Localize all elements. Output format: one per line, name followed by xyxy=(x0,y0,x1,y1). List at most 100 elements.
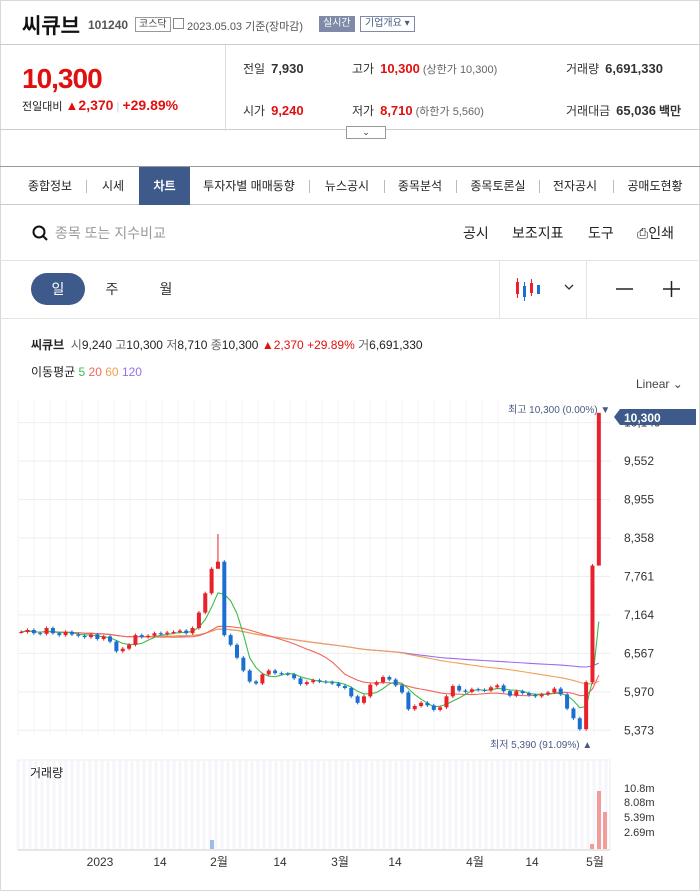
x-tick-label: 2023 xyxy=(87,855,114,869)
candle-body xyxy=(241,657,246,671)
candle-body xyxy=(69,631,74,635)
candle-body xyxy=(38,633,43,635)
x-tick-label: 3월 xyxy=(331,855,349,869)
y-tick-label: 5,373 xyxy=(624,723,654,737)
volume-tick-label: 10.8m xyxy=(624,783,655,795)
candle-body xyxy=(89,634,93,638)
candle-body xyxy=(177,630,182,632)
candle-body xyxy=(215,561,220,569)
candle-body xyxy=(298,678,303,685)
candle-body xyxy=(349,687,354,697)
candle-body xyxy=(120,648,125,652)
candle-body xyxy=(520,691,525,694)
candle-body xyxy=(444,696,449,708)
candle-body xyxy=(311,680,316,683)
candle-body xyxy=(266,670,271,675)
candle-body xyxy=(590,565,595,683)
candle-body xyxy=(285,673,290,675)
candle-body xyxy=(19,631,24,633)
candle-body xyxy=(133,635,138,645)
y-tick-label: 8,955 xyxy=(624,493,654,507)
candle-body xyxy=(438,707,443,710)
y-tick-label: 8,358 xyxy=(624,531,654,545)
candle-body xyxy=(431,705,436,710)
candle-body xyxy=(596,412,601,566)
y-tick-label: 5,970 xyxy=(624,685,654,699)
candle-body xyxy=(114,641,119,652)
ma20-line xyxy=(21,625,600,697)
candle-body xyxy=(514,691,519,696)
candle-body xyxy=(552,688,557,693)
candle-body xyxy=(317,680,322,682)
candle-body xyxy=(279,673,284,675)
candle-body xyxy=(571,708,576,719)
candle-body xyxy=(171,631,176,633)
candle-body xyxy=(577,718,582,730)
candle-body xyxy=(412,706,417,710)
candle-body xyxy=(368,684,373,697)
candle-body xyxy=(222,561,227,636)
candle-body xyxy=(146,635,151,638)
volume-bar xyxy=(603,812,607,849)
candle-body xyxy=(44,628,49,634)
candle-body xyxy=(82,635,87,638)
candle-body xyxy=(292,674,297,679)
candle-body xyxy=(476,689,481,691)
candle-body xyxy=(57,633,62,636)
last-price-label: 10,300 xyxy=(624,411,661,425)
x-tick-label: 4월 xyxy=(466,855,484,869)
candle-body xyxy=(247,670,252,682)
candle-body xyxy=(95,634,100,640)
max-label: 최고 10,300 (0.00%) ▼ xyxy=(508,404,610,416)
candle-body xyxy=(539,694,544,697)
candle-body xyxy=(533,695,538,697)
candle-body xyxy=(31,629,36,634)
candle-body xyxy=(419,702,424,707)
candle-body xyxy=(196,612,201,629)
candle-body xyxy=(374,682,379,685)
candle-body xyxy=(584,682,589,730)
x-tick-label: 14 xyxy=(153,855,167,869)
y-tick-label: 7,761 xyxy=(624,569,654,583)
candle-body xyxy=(254,681,259,684)
x-tick-label: 5월 xyxy=(586,855,604,869)
candle-body xyxy=(165,632,170,634)
candle-body xyxy=(330,682,335,684)
candle-body xyxy=(381,677,385,683)
candle-body xyxy=(361,696,366,703)
candle-body xyxy=(558,688,563,695)
candle-body xyxy=(527,693,531,696)
x-tick-label: 14 xyxy=(273,855,287,869)
candle-body xyxy=(495,685,500,688)
candle-body xyxy=(209,568,214,594)
candle-body xyxy=(158,633,163,635)
candle-body xyxy=(190,628,195,634)
candle-body xyxy=(273,670,278,674)
volume-tick-label: 5.39m xyxy=(624,812,655,824)
candle-body xyxy=(203,593,208,613)
candle-body xyxy=(393,679,398,686)
candle-body xyxy=(457,686,462,691)
candle-body xyxy=(63,631,68,636)
candle-body xyxy=(50,628,55,634)
candle-body xyxy=(400,685,405,693)
candle-body xyxy=(101,636,106,640)
price-chart[interactable]: 10,1499,5528,9558,3587,7617,1646,5675,97… xyxy=(0,0,700,891)
candle-body xyxy=(501,685,506,692)
candle-body xyxy=(152,633,157,636)
y-tick-label: 7,164 xyxy=(624,608,654,622)
volume-tick-label: 8.08m xyxy=(624,797,655,809)
candle-body xyxy=(323,681,328,683)
candle-body xyxy=(304,682,309,685)
candle-body xyxy=(342,686,347,688)
volume-title: 거래량 xyxy=(30,766,63,780)
x-tick-label: 2월 xyxy=(210,855,228,869)
candle-body xyxy=(482,689,487,691)
candle-body xyxy=(406,692,411,710)
candle-body xyxy=(425,702,430,706)
volume-bar xyxy=(597,791,601,849)
candle-body xyxy=(235,644,239,658)
x-tick-label: 14 xyxy=(525,855,539,869)
candle-body xyxy=(565,694,570,709)
candle-body xyxy=(469,689,474,692)
